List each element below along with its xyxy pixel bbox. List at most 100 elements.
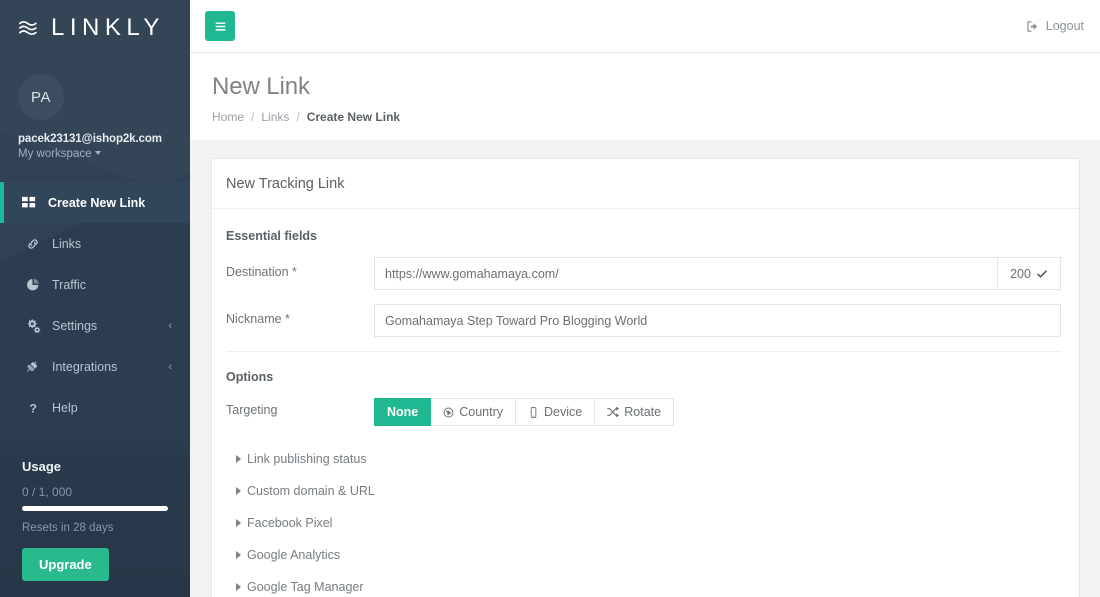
targeting-row: Targeting None Country Device Rotate	[226, 398, 1061, 426]
accordion-label: Google Analytics	[247, 548, 341, 562]
targeting-option-none[interactable]: None	[374, 398, 432, 426]
section-divider	[226, 351, 1061, 352]
profile-email: pacek23131@ishop2k.com	[18, 133, 162, 145]
sidebar-item-label: Traffic	[52, 277, 87, 292]
svg-text:?: ?	[30, 401, 37, 415]
chevron-left-icon: ‹	[168, 319, 172, 332]
hamburger-icon[interactable]	[205, 11, 235, 41]
nickname-row: Nickname *	[226, 304, 1061, 337]
workspace-label: My workspace	[18, 148, 92, 160]
usage-reset-text: Resets in 28 days	[22, 522, 114, 534]
main-area: Logout New Link Home / Links / Create Ne…	[190, 0, 1100, 597]
accordion-custom-domain-url[interactable]: Custom domain & URL	[236, 484, 1061, 498]
logout-label: Logout	[1045, 19, 1084, 33]
sidebar-item-label: Help	[52, 400, 78, 415]
sidebar-item-label: Integrations	[52, 359, 118, 374]
sidebar-item-label: Settings	[52, 318, 98, 333]
brand-name: LINKLY	[51, 14, 165, 41]
sidebar-item-settings[interactable]: Settings ‹	[0, 305, 190, 346]
targeting-option-rotate[interactable]: Rotate	[595, 398, 675, 426]
caret-right-icon	[236, 487, 241, 495]
breadcrumb-item-links[interactable]: Links	[261, 110, 289, 124]
globe-icon	[443, 407, 454, 418]
targeting-label: Targeting	[226, 403, 278, 417]
destination-label: Destination *	[226, 265, 297, 279]
targeting-option-label: Device	[544, 405, 583, 419]
targeting-option-label: None	[387, 405, 419, 419]
grid-icon	[22, 196, 39, 210]
sidebar-item-integrations[interactable]: Integrations ‹	[0, 346, 190, 387]
breadcrumb-item-home[interactable]: Home	[212, 110, 244, 124]
chevron-left-icon: ‹	[168, 360, 172, 373]
gears-icon	[26, 318, 43, 333]
plug-icon	[26, 360, 43, 374]
essential-fields-label: Essential fields	[226, 229, 318, 243]
breadcrumb-item-current: Create New Link	[306, 110, 401, 124]
sidebar-item-label: Create New Link	[48, 195, 146, 210]
usage-title: Usage	[22, 459, 62, 474]
check-icon	[1036, 268, 1048, 280]
topbar: Logout	[190, 0, 1100, 53]
upgrade-button[interactable]: Upgrade	[22, 548, 109, 581]
pie-chart-icon	[26, 278, 43, 292]
usage-panel: Usage 0 / 1, 000 Resets in 28 days Upgra…	[0, 435, 190, 597]
card-title: New Tracking Link	[212, 159, 1079, 209]
link-chain-icon	[26, 237, 43, 251]
caret-right-icon	[236, 455, 241, 463]
targeting-option-device[interactable]: Device	[516, 398, 596, 426]
accordion-google-analytics[interactable]: Google Analytics	[236, 548, 1061, 562]
content-area: New Tracking Link Essential fields Desti…	[190, 140, 1100, 597]
destination-row: Destination * 200	[226, 257, 1061, 290]
workspace-switcher[interactable]: My workspace	[18, 148, 172, 160]
sidebar-nav: Create New Link Links Traffic Settings ‹…	[0, 182, 190, 428]
profile-block: PA pacek23131@ishop2k.com My workspace	[0, 56, 190, 174]
usage-progress-bar	[22, 506, 168, 511]
sidebar-item-create-new-link[interactable]: Create New Link	[0, 182, 190, 223]
caret-right-icon	[236, 519, 241, 527]
targeting-button-group: None Country Device Rotate	[374, 398, 675, 426]
accordion-facebook-pixel[interactable]: Facebook Pixel	[236, 516, 1061, 530]
targeting-option-label: Rotate	[624, 405, 662, 419]
accordion-list: Link publishing status Custom domain & U…	[226, 452, 1061, 594]
destination-input[interactable]	[374, 257, 998, 290]
app-root: LINKLY PA pacek23131@ishop2k.com My work…	[0, 0, 1100, 597]
caret-right-icon	[236, 551, 241, 559]
question-mark-icon: ?	[26, 401, 43, 415]
logout-button[interactable]: Logout	[1026, 19, 1084, 33]
breadcrumb-separator: /	[296, 110, 300, 124]
status-badge: 200	[998, 257, 1061, 290]
waves-logo-icon	[18, 17, 40, 39]
targeting-option-label: Country	[459, 405, 504, 419]
nickname-label: Nickname *	[226, 312, 290, 326]
page-header: New Link Home / Links / Create New Link	[190, 53, 1100, 140]
breadcrumb: Home / Links / Create New Link	[212, 110, 1100, 124]
card-body: Essential fields Destination * 200	[212, 209, 1079, 597]
accordion-label: Google Tag Manager	[247, 580, 364, 594]
accordion-label: Facebook Pixel	[247, 516, 333, 530]
sidebar-item-traffic[interactable]: Traffic	[0, 264, 190, 305]
sidebar-item-links[interactable]: Links	[0, 223, 190, 264]
accordion-google-tag-manager[interactable]: Google Tag Manager	[236, 580, 1061, 594]
options-label: Options	[226, 370, 274, 384]
shuffle-icon	[607, 406, 620, 418]
avatar: PA	[18, 74, 64, 120]
new-tracking-link-card: New Tracking Link Essential fields Desti…	[211, 158, 1080, 597]
nickname-input[interactable]	[374, 304, 1061, 337]
sidebar: LINKLY PA pacek23131@ishop2k.com My work…	[0, 0, 190, 597]
accordion-link-publishing-status[interactable]: Link publishing status	[236, 452, 1061, 466]
breadcrumb-separator: /	[251, 110, 255, 124]
sign-out-icon	[1026, 20, 1039, 33]
chevron-down-icon	[94, 151, 101, 155]
sidebar-item-help[interactable]: ? Help	[0, 387, 190, 428]
destination-input-group: 200	[374, 257, 1061, 290]
page-title: New Link	[212, 73, 310, 100]
status-code: 200	[1010, 266, 1031, 281]
caret-right-icon	[236, 583, 241, 591]
brand-logo[interactable]: LINKLY	[0, 0, 190, 56]
usage-count: 0 / 1, 000	[22, 485, 73, 499]
targeting-option-country[interactable]: Country	[431, 398, 517, 426]
sidebar-item-label: Links	[52, 236, 82, 251]
nickname-input-group	[374, 304, 1061, 337]
mobile-icon	[528, 406, 539, 418]
accordion-label: Link publishing status	[247, 452, 367, 466]
